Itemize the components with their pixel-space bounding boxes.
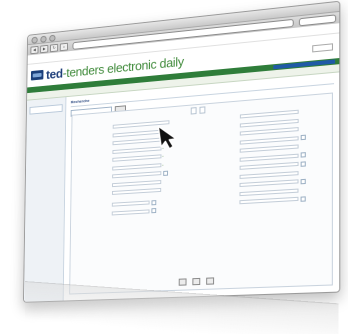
field-label (77, 160, 108, 162)
ted-logo-icon[interactable] (30, 69, 44, 81)
window-controls (31, 34, 56, 44)
field-label (77, 168, 108, 170)
form-field[interactable] (239, 170, 299, 179)
field-label (77, 152, 108, 154)
form-field[interactable] (111, 208, 150, 215)
field-label (206, 151, 236, 153)
field-label (77, 177, 108, 179)
required-star-icon: • (162, 154, 164, 159)
form-field[interactable] (112, 129, 162, 137)
form-field[interactable] (239, 144, 299, 153)
mouse-pointer-icon (157, 125, 177, 150)
browser-window: ◀ ▶ ↻ ⌂ ted-tenders electronic daily Rec… (23, 0, 341, 303)
field-label (206, 134, 236, 136)
checkbox[interactable] (151, 208, 157, 214)
field-label (206, 177, 236, 179)
form-field[interactable] (239, 153, 299, 162)
form-field[interactable] (112, 162, 162, 171)
sidebar-box[interactable] (29, 104, 63, 115)
form-field[interactable] (239, 188, 299, 196)
form-field[interactable] (239, 179, 299, 188)
field-label (206, 168, 236, 170)
checkbox[interactable] (300, 152, 306, 158)
sidebar-item[interactable] (30, 100, 63, 103)
form-button[interactable] (178, 278, 187, 286)
home-icon[interactable]: ⌂ (59, 42, 69, 51)
field-label (206, 185, 236, 187)
form-field[interactable] (112, 137, 162, 146)
form-field[interactable] (111, 200, 150, 207)
panel-tab[interactable] (190, 107, 197, 115)
form-field[interactable] (239, 196, 299, 205)
form-field[interactable] (112, 179, 162, 187)
form-button[interactable] (206, 277, 215, 285)
field-label (78, 135, 109, 137)
field-label (78, 144, 109, 146)
sidebar-section-item[interactable] (29, 116, 62, 119)
sidebar-section-title (29, 116, 62, 119)
screenshot-stage: ◀ ▶ ↻ ⌂ ted-tenders electronic daily Rec… (0, 0, 348, 334)
checkbox[interactable] (151, 199, 157, 205)
field-label (77, 213, 108, 215)
language-select[interactable] (312, 43, 334, 53)
field-label (206, 202, 236, 204)
form-field[interactable] (112, 154, 162, 162)
forward-arrow-icon[interactable]: ▶ (40, 44, 49, 53)
zoom-window-button[interactable] (49, 34, 56, 42)
main-content: Recherche • • • (64, 72, 340, 300)
web-page: ted-tenders electronic daily Recherche •… (23, 23, 340, 302)
checkbox[interactable] (300, 178, 306, 184)
form-button[interactable] (192, 277, 201, 286)
form-field[interactable] (111, 187, 162, 195)
search-form-panel: • • • • • (69, 92, 333, 295)
required-star-icon: • (162, 162, 164, 167)
form-field[interactable] (112, 145, 162, 154)
form-field[interactable] (112, 171, 162, 179)
minimize-window-button[interactable] (40, 35, 47, 43)
field-label (77, 185, 108, 187)
field-label (78, 127, 109, 130)
form-field[interactable] (239, 161, 299, 170)
checkbox[interactable] (300, 134, 306, 141)
sidebar (23, 97, 67, 302)
field-label (206, 194, 236, 196)
top-links (327, 28, 335, 29)
sidebar-section-item[interactable] (29, 116, 62, 119)
reload-icon[interactable]: ↻ (49, 43, 59, 52)
field-label (206, 125, 236, 127)
field-label (77, 205, 108, 207)
sidebar-section-item[interactable] (29, 116, 62, 119)
field-label (206, 160, 236, 162)
page-layout: Recherche • • • (23, 72, 340, 302)
field-label (206, 142, 236, 144)
field-label (206, 117, 236, 119)
back-arrow-icon[interactable]: ◀ (30, 45, 39, 54)
checkbox[interactable] (300, 160, 306, 167)
form-field[interactable] (239, 135, 299, 145)
right-field-column (206, 108, 311, 210)
checkbox[interactable] (300, 195, 306, 202)
close-window-button[interactable] (31, 36, 38, 44)
field-label (77, 193, 108, 195)
checkbox[interactable] (163, 170, 169, 176)
panel-tab[interactable] (198, 106, 205, 114)
brand-primary: ted (45, 65, 63, 82)
